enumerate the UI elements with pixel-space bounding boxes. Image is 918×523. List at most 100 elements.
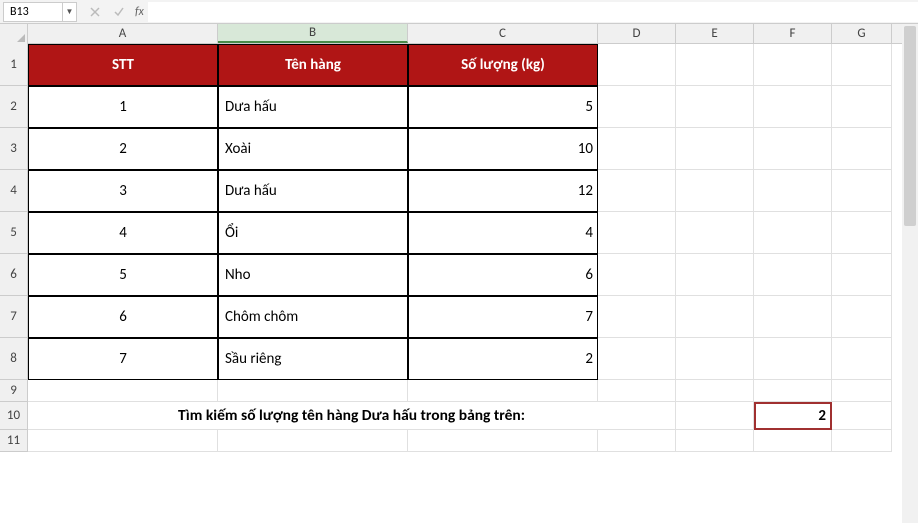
table-cell-stt[interactable]: 5 — [28, 254, 218, 296]
cell-D11[interactable] — [598, 430, 676, 452]
row-header-9[interactable]: 9 — [0, 380, 28, 402]
cell-D4[interactable] — [598, 170, 676, 212]
column-header-row: ABCDEFG — [0, 24, 918, 44]
cell-G4[interactable] — [832, 170, 892, 212]
cell-E1[interactable] — [676, 44, 754, 86]
cell-F8[interactable] — [754, 338, 832, 380]
cell-G3[interactable] — [832, 128, 892, 170]
cell-C11[interactable] — [408, 430, 598, 452]
cells-area[interactable]: STTTên hàngSố lượng (kg)1Dưa hấu52Xoài10… — [28, 44, 892, 452]
select-all-corner[interactable] — [0, 24, 28, 44]
name-box-dropdown[interactable]: ▼ — [63, 2, 77, 22]
cell-F6[interactable] — [754, 254, 832, 296]
table-cell-stt[interactable]: 7 — [28, 338, 218, 380]
table-cell-soluong[interactable]: 10 — [408, 128, 598, 170]
row-header-2[interactable]: 2 — [0, 86, 28, 128]
table-cell-soluong[interactable]: 12 — [408, 170, 598, 212]
cell-G7[interactable] — [832, 296, 892, 338]
cell-G11[interactable] — [832, 430, 892, 452]
cell-F5[interactable] — [754, 212, 832, 254]
table-cell-tenhang[interactable]: Nho — [218, 254, 408, 296]
table-cell-soluong[interactable]: 7 — [408, 296, 598, 338]
cell-D5[interactable] — [598, 212, 676, 254]
row-header-7[interactable]: 7 — [0, 296, 28, 338]
cell-E4[interactable] — [676, 170, 754, 212]
cell-E5[interactable] — [676, 212, 754, 254]
table-cell-stt[interactable]: 1 — [28, 86, 218, 128]
cell-B11[interactable] — [218, 430, 408, 452]
col-header-C[interactable]: C — [408, 24, 598, 43]
cell-G5[interactable] — [832, 212, 892, 254]
table-cell-soluong[interactable]: 2 — [408, 338, 598, 380]
row-header-10[interactable]: 10 — [0, 402, 28, 430]
cell-F1[interactable] — [754, 44, 832, 86]
table-cell-soluong[interactable]: 6 — [408, 254, 598, 296]
cell-E10[interactable] — [676, 402, 754, 430]
row-header-6[interactable]: 6 — [0, 254, 28, 296]
col-header-E[interactable]: E — [676, 24, 754, 43]
formula-input[interactable] — [148, 2, 918, 22]
cell-F4[interactable] — [754, 170, 832, 212]
cell-A9[interactable] — [28, 380, 218, 402]
cell-C9[interactable] — [408, 380, 598, 402]
table-cell-soluong[interactable]: 5 — [408, 86, 598, 128]
cell-E7[interactable] — [676, 296, 754, 338]
cell-B9[interactable] — [218, 380, 408, 402]
col-header-G[interactable]: G — [832, 24, 892, 43]
cell-E8[interactable] — [676, 338, 754, 380]
row-header-4[interactable]: 4 — [0, 170, 28, 212]
row-header-11[interactable]: 11 — [0, 430, 28, 452]
col-header-F[interactable]: F — [754, 24, 832, 43]
cell-G8[interactable] — [832, 338, 892, 380]
cell-D7[interactable] — [598, 296, 676, 338]
cell-G1[interactable] — [832, 44, 892, 86]
table-cell-stt[interactable]: 3 — [28, 170, 218, 212]
row-header-8[interactable]: 8 — [0, 338, 28, 380]
cell-D3[interactable] — [598, 128, 676, 170]
cell-D1[interactable] — [598, 44, 676, 86]
cell-D2[interactable] — [598, 86, 676, 128]
vertical-scrollbar[interactable] — [902, 24, 918, 523]
cell-F2[interactable] — [754, 86, 832, 128]
fx-icon[interactable]: fx — [131, 5, 148, 19]
enter-icon — [107, 2, 131, 22]
cell-F11[interactable] — [754, 430, 832, 452]
row-header-5[interactable]: 5 — [0, 212, 28, 254]
cell-G2[interactable] — [832, 86, 892, 128]
table-cell-tenhang[interactable]: Xoài — [218, 128, 408, 170]
table-cell-tenhang[interactable]: Dưa hấu — [218, 86, 408, 128]
cell-F7[interactable] — [754, 296, 832, 338]
cell-E9[interactable] — [676, 380, 754, 402]
cell-E11[interactable] — [676, 430, 754, 452]
col-header-B[interactable]: B — [218, 24, 408, 43]
table-cell-stt[interactable]: 6 — [28, 296, 218, 338]
table-cell-tenhang[interactable]: Dưa hấu — [218, 170, 408, 212]
table-cell-tenhang[interactable]: Sầu riêng — [218, 338, 408, 380]
col-header-A[interactable]: A — [28, 24, 218, 43]
cell-D8[interactable] — [598, 338, 676, 380]
col-header-D[interactable]: D — [598, 24, 676, 43]
cell-D6[interactable] — [598, 254, 676, 296]
cell-E2[interactable] — [676, 86, 754, 128]
cell-G10[interactable] — [832, 402, 892, 430]
table-cell-stt[interactable]: 2 — [28, 128, 218, 170]
table-cell-tenhang[interactable]: Ổi — [218, 212, 408, 254]
cell-E6[interactable] — [676, 254, 754, 296]
cell-F9[interactable] — [754, 380, 832, 402]
row-header-col: 1234567891011 — [0, 44, 28, 452]
scrollbar-thumb[interactable] — [904, 26, 916, 226]
cell-G6[interactable] — [832, 254, 892, 296]
table-cell-soluong[interactable]: 4 — [408, 212, 598, 254]
lookup-result-cell[interactable]: 2 — [754, 402, 832, 430]
cell-F3[interactable] — [754, 128, 832, 170]
row-header-3[interactable]: 3 — [0, 128, 28, 170]
table-cell-tenhang[interactable]: Chôm chôm — [218, 296, 408, 338]
cell-E3[interactable] — [676, 128, 754, 170]
cancel-icon — [83, 2, 107, 22]
name-box[interactable]: B13 — [3, 2, 63, 22]
cell-A11[interactable] — [28, 430, 218, 452]
cell-G9[interactable] — [832, 380, 892, 402]
row-header-1[interactable]: 1 — [0, 44, 28, 86]
cell-D9[interactable] — [598, 380, 676, 402]
table-cell-stt[interactable]: 4 — [28, 212, 218, 254]
